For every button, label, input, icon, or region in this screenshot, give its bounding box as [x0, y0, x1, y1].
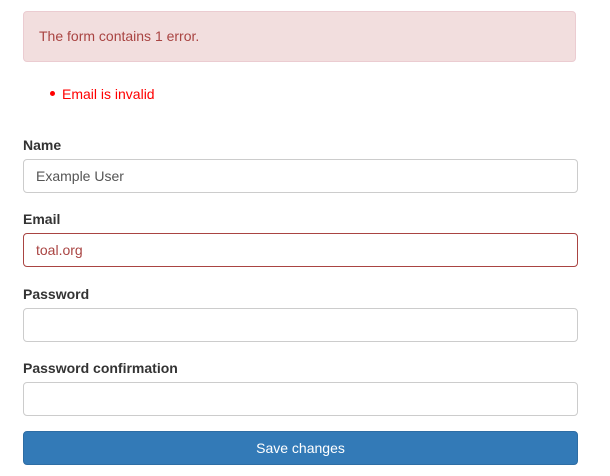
- password-input[interactable]: [23, 308, 578, 342]
- edit-user-form-page: The form contains 1 error. Email is inva…: [0, 0, 610, 476]
- bullet-icon: [50, 91, 55, 96]
- email-label: Email: [23, 211, 61, 227]
- password-confirmation-input[interactable]: [23, 382, 578, 416]
- error-list: Email is invalid: [49, 85, 155, 103]
- error-message: Email is invalid: [62, 86, 155, 102]
- error-alert-message: The form contains 1 error.: [39, 28, 200, 44]
- name-input[interactable]: [23, 159, 578, 193]
- save-changes-button[interactable]: Save changes: [23, 431, 578, 465]
- email-input[interactable]: [23, 233, 578, 267]
- password-label: Password: [23, 286, 90, 302]
- error-alert: The form contains 1 error.: [23, 11, 576, 62]
- password-confirmation-label: Password confirmation: [23, 360, 178, 376]
- error-list-item: Email is invalid: [49, 85, 155, 103]
- name-label: Name: [23, 137, 62, 153]
